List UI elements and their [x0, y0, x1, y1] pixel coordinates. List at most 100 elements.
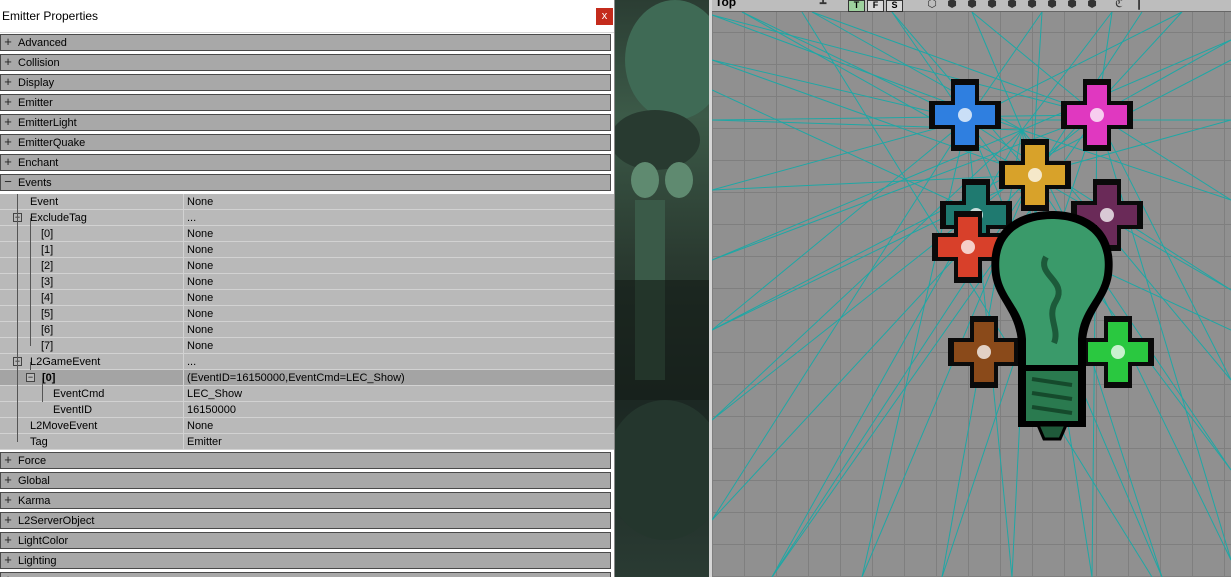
expander-icon[interactable]: + — [3, 74, 13, 90]
category-label: L2ServerObject — [18, 515, 95, 527]
category-label: Emitter — [18, 97, 53, 109]
realtime-preview-icon[interactable]: ⬢ — [1085, 0, 1099, 10]
category-label: Collision — [18, 57, 60, 69]
property-row-excludetag-item[interactable]: [2] None — [0, 258, 614, 274]
property-row-gameevent-0[interactable]: − [0] (EventID=16150000,EventCmd=LEC_Sho… — [0, 370, 614, 386]
expander-icon[interactable]: + — [3, 94, 13, 110]
viewport-toolbar: Top ┻ T F S ⬡ ⬢ ⬢ ⬢ ⬢ ⬢ ⬢ ⬢ ⬢ ℭ ┃ — [712, 0, 1231, 12]
category-display[interactable]: + Display — [0, 74, 611, 91]
expander-icon[interactable]: + — [3, 472, 13, 488]
viewport-label: Top — [715, 0, 737, 9]
light-ray-line — [712, 114, 1098, 121]
property-row-excludetag-item[interactable]: [5] None — [0, 306, 614, 322]
category-karma[interactable]: + Karma — [0, 492, 611, 509]
property-row-event[interactable]: Event None — [0, 194, 614, 210]
expander-icon[interactable]: + — [3, 134, 13, 150]
top-viewport[interactable]: Top ┻ T F S ⬡ ⬢ ⬢ ⬢ ⬢ ⬢ ⬢ ⬢ ⬢ ℭ ┃ — [712, 0, 1231, 577]
property-row-l2moveevent[interactable]: L2MoveEvent None — [0, 418, 614, 434]
property-row-tag[interactable]: Tag Emitter — [0, 434, 614, 450]
property-row-l2gameevent[interactable]: − L2GameEvent ... — [0, 354, 614, 370]
property-row-excludetag-item[interactable]: [1] None — [0, 242, 614, 258]
category-label: EmitterQuake — [18, 137, 86, 149]
category-global[interactable]: + Global — [0, 472, 611, 489]
viewport-options-icon[interactable]: ┻ — [816, 0, 830, 10]
category-label: Advanced — [18, 37, 67, 49]
front-view-button[interactable]: F — [867, 0, 884, 12]
property-row-excludetag-item[interactable]: [6] None — [0, 322, 614, 338]
property-row-eventcmd[interactable]: EventCmd LEC_Show — [0, 386, 614, 402]
category-label: EmitterLight — [18, 117, 77, 129]
wireframe-cube-icon[interactable]: ⬡ — [925, 0, 939, 10]
collapse-box-icon[interactable]: − — [26, 373, 35, 382]
property-row-excludetag[interactable]: − ExcludeTag ... — [0, 210, 614, 226]
expander-icon[interactable]: + — [3, 532, 13, 548]
category-advanced[interactable]: + Advanced — [0, 34, 611, 51]
events-group: Event None − ExcludeTag ... [0]None[1]No… — [0, 194, 614, 450]
category-events[interactable]: − Events — [0, 174, 611, 191]
light-ray-line — [971, 11, 1098, 116]
dynamic-light-cube-icon[interactable]: ⬢ — [1025, 0, 1039, 10]
expander-icon[interactable]: + — [3, 512, 13, 528]
category-emitter[interactable]: + Emitter — [0, 94, 611, 111]
tree-line — [17, 194, 18, 442]
scene-preview — [615, 0, 709, 577]
viewport-canvas[interactable] — [712, 0, 1231, 577]
unlit-cube-icon[interactable]: ⬢ — [1065, 0, 1079, 10]
property-row-excludetag-item[interactable]: [3] None — [0, 274, 614, 290]
category-l2serverobject[interactable]: + L2ServerObject — [0, 512, 611, 529]
blue-cross-sprite[interactable] — [929, 79, 1001, 151]
category-label: Karma — [18, 495, 51, 507]
category-collision[interactable]: + Collision — [0, 54, 611, 71]
light-ray-line — [712, 59, 968, 121]
property-row-eventid[interactable]: EventID 16150000 — [0, 402, 614, 418]
category-label: Lighting — [18, 555, 57, 567]
side-view-button[interactable]: S — [886, 0, 903, 12]
title-bar[interactable]: Emitter Properties x — [0, 0, 614, 33]
category-emitterquake[interactable]: + EmitterQuake — [0, 134, 611, 151]
category-partial[interactable]: + — [0, 572, 611, 577]
expander-icon[interactable]: + — [3, 572, 13, 577]
expander-icon[interactable]: + — [3, 492, 13, 508]
expander-icon[interactable]: + — [3, 114, 13, 130]
category-label: Enchant — [18, 157, 59, 169]
bsp-cube-icon[interactable]: ⬢ — [1045, 0, 1059, 10]
camera-icon[interactable]: ℭ — [1112, 0, 1126, 10]
tree-line — [42, 378, 43, 402]
expander-icon[interactable]: + — [3, 34, 13, 50]
textured-cube-icon[interactable]: ⬢ — [965, 0, 979, 10]
property-row-excludetag-item[interactable]: [4] None — [0, 290, 614, 306]
emitter-properties-window: Emitter Properties x + Advanced + Collision… — [0, 0, 615, 577]
lit-cube-icon[interactable]: ⬢ — [985, 0, 999, 10]
expander-icon[interactable]: + — [3, 54, 13, 70]
expander-icon[interactable]: + — [3, 552, 13, 568]
property-row-excludetag-item[interactable]: [0] None — [0, 226, 614, 242]
category-label: Display — [18, 77, 55, 89]
close-icon: x — [601, 10, 608, 22]
window-title: Emitter Properties — [2, 9, 99, 23]
light-ray-line — [741, 11, 1033, 176]
magenta-cross-sprite[interactable] — [1061, 79, 1133, 151]
tree-line — [30, 362, 31, 370]
category-label: LightColor — [18, 535, 69, 547]
category-force[interactable]: + Force — [0, 452, 611, 469]
tree-line — [30, 218, 31, 346]
top-view-button[interactable]: T — [848, 0, 865, 12]
category-label: Events — [18, 177, 52, 189]
cave-scenery — [615, 0, 709, 540]
expander-icon[interactable]: − — [3, 174, 13, 190]
category-emitterlight[interactable]: + EmitterLight — [0, 114, 611, 131]
close-button[interactable]: x — [596, 8, 613, 25]
pin-icon[interactable]: ┃ — [1132, 0, 1146, 10]
category-enchant[interactable]: + Enchant — [0, 154, 611, 171]
property-tree: + Advanced + Collision + Display + Emitter + Emit… — [0, 34, 614, 577]
zone-cube-icon[interactable]: ⬢ — [1005, 0, 1019, 10]
category-lightcolor[interactable]: + LightColor — [0, 532, 611, 549]
green-cross-sprite[interactable] — [1082, 316, 1154, 388]
solid-cube-icon[interactable]: ⬢ — [945, 0, 959, 10]
expander-icon[interactable]: + — [3, 452, 13, 468]
expander-icon[interactable]: + — [3, 154, 13, 170]
category-label: Global — [18, 475, 50, 487]
category-lighting[interactable]: + Lighting — [0, 552, 611, 569]
property-row-excludetag-item[interactable]: [7] None — [0, 338, 614, 354]
category-label: Force — [18, 455, 47, 467]
